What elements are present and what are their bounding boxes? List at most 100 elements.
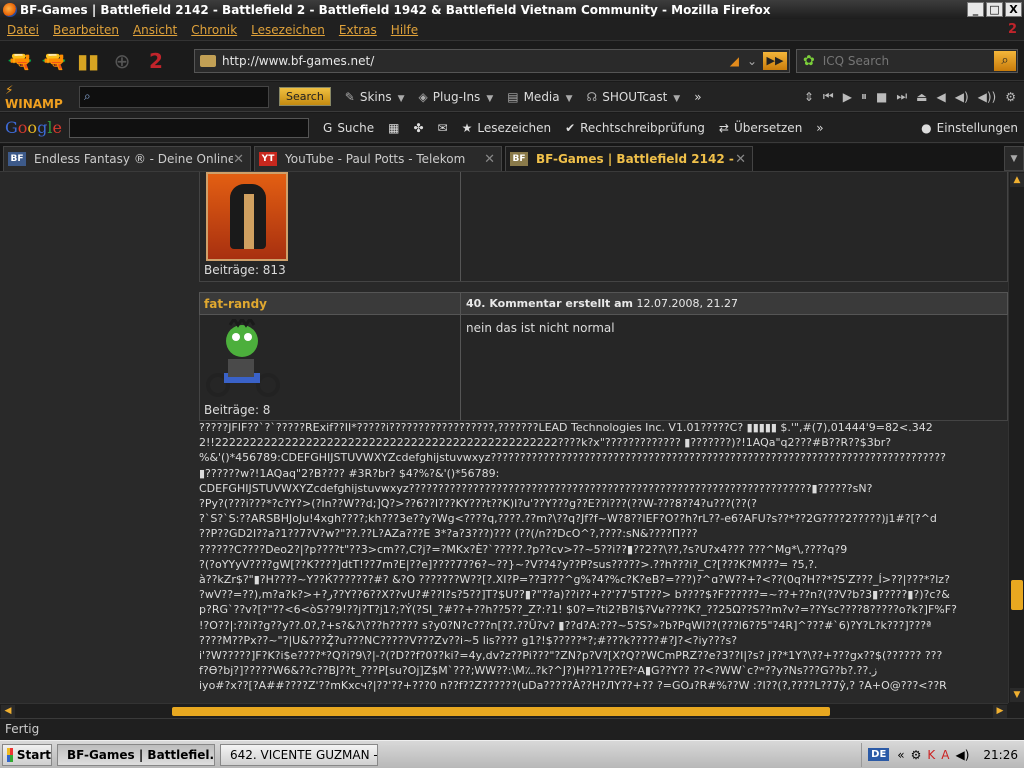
- search-icon[interactable]: ⌕: [994, 51, 1016, 71]
- close-icon[interactable]: ✕: [484, 152, 495, 167]
- garbage-line: ▮??????w?!1AQaq"2?B???? #3R?br? $4?%?&'(…: [199, 466, 500, 480]
- search-box: ✿ ⌕: [796, 49, 1018, 73]
- start-button[interactable]: Start: [2, 743, 52, 766]
- pause-icon[interactable]: ⏸: [861, 89, 867, 104]
- antivirus-icon[interactable]: K: [927, 748, 935, 762]
- play-icon[interactable]: ▶: [843, 90, 852, 104]
- forward-icon[interactable]: 🔫: [40, 49, 68, 73]
- rewind-icon[interactable]: ◀: [936, 90, 945, 104]
- post-meta: 40. Kommentar erstellt am 12.07.2008, 21…: [466, 297, 738, 310]
- language-indicator[interactable]: DE: [868, 748, 890, 761]
- horizontal-scroll-thumb[interactable]: [172, 707, 830, 716]
- home-icon[interactable]: 2: [142, 49, 170, 73]
- winamp-menu-plugins[interactable]: ◈ Plug-Ins ▼: [419, 90, 494, 104]
- vertical-scroll-thumb[interactable]: [1011, 580, 1023, 610]
- google-settings-button[interactable]: ● Einstellungen: [921, 121, 1018, 135]
- back-icon[interactable]: 🔫: [6, 49, 34, 73]
- scroll-left-icon[interactable]: ◀: [1, 705, 15, 718]
- avatar[interactable]: [206, 172, 288, 261]
- eject-icon[interactable]: ⏏: [916, 90, 927, 104]
- google-logo[interactable]: Google: [5, 118, 65, 137]
- skins-icon: ✎: [344, 89, 355, 104]
- news-icon[interactable]: ▦: [388, 121, 399, 135]
- rss-icon[interactable]: ◢: [730, 54, 739, 68]
- forum-post: Beiträge: 813: [199, 172, 1008, 282]
- tab-youtube[interactable]: YT YouTube - Paul Potts - Telekom ✕: [254, 146, 502, 171]
- menu-datei[interactable]: Datei: [7, 23, 39, 37]
- tray-expand-button[interactable]: «: [897, 748, 904, 762]
- google-bookmarks-button[interactable]: ★ Lesezeichen: [462, 121, 551, 135]
- avatar[interactable]: [204, 319, 284, 399]
- google-more-button[interactable]: »: [816, 121, 823, 135]
- winamp-more-button[interactable]: »: [694, 90, 701, 104]
- menu-chronik[interactable]: Chronik: [191, 23, 237, 37]
- tab-list-chevron-down-icon[interactable]: ▼: [1004, 146, 1024, 171]
- winamp-menu-shoutcast[interactable]: ☊ SHOUTcast ▼: [587, 90, 681, 104]
- vertical-scrollbar[interactable]: ▲ ▼: [1008, 172, 1024, 703]
- gear-icon[interactable]: ⚙: [1005, 90, 1016, 104]
- speaker-icon[interactable]: ◀): [955, 748, 969, 762]
- chevron-down-icon: ▼: [397, 93, 405, 104]
- close-button[interactable]: X: [1005, 2, 1022, 17]
- translate-button[interactable]: ⇄ Übersetzen: [719, 121, 802, 135]
- horizontal-scrollbar[interactable]: ◀ ▶: [0, 703, 1008, 718]
- go-button[interactable]: ▶▶: [763, 52, 787, 70]
- menu-lesezeichen[interactable]: Lesezeichen: [251, 23, 325, 37]
- post-count: Beiträge: 8: [204, 403, 271, 417]
- stop-icon[interactable]: ■: [876, 90, 887, 104]
- window-titlebar[interactable]: BF-Games | Battlefield 2142 - Battlefiel…: [0, 0, 1024, 19]
- menu-extras[interactable]: Extras: [339, 23, 377, 37]
- winamp-menu-skins[interactable]: ✎ Skins ▼: [345, 90, 405, 104]
- puzzle-icon[interactable]: ✤: [413, 121, 423, 135]
- winamp-search-input[interactable]: ⌕: [79, 85, 269, 108]
- speaker-loud-icon[interactable]: ◀)): [978, 90, 997, 104]
- winamp-search-button[interactable]: Search: [279, 87, 331, 106]
- menu-bar: Datei Bearbeiten Ansicht Chronik Lesezei…: [0, 19, 1024, 41]
- tab-bf-games[interactable]: BF BF-Games | Battlefield 2142 - Ba... ✕: [505, 146, 753, 171]
- taskbar-item-vicente[interactable]: 642. VICENTE GUZMAN -...: [220, 743, 378, 766]
- garbage-line: ?????JFIF??`?`?????RExif??II*?????i?????…: [199, 421, 933, 434]
- minimize-button[interactable]: _: [967, 2, 984, 17]
- winamp-menu-media[interactable]: ▤ Media ▼: [507, 90, 572, 104]
- google-search-button[interactable]: G Suche: [323, 121, 374, 135]
- maximize-button[interactable]: □: [986, 2, 1003, 17]
- volume-icon[interactable]: ⇕: [804, 90, 814, 104]
- scroll-down-icon[interactable]: ▼: [1010, 688, 1024, 702]
- column-divider: [460, 172, 461, 281]
- taskbar-item-firefox[interactable]: BF-Games | Battlefiel...: [57, 743, 215, 766]
- scroll-right-icon[interactable]: ▶: [993, 705, 1007, 718]
- reload-icon[interactable]: ▮▮: [74, 49, 102, 73]
- search-input[interactable]: [822, 54, 994, 68]
- google-logo-letter: o: [17, 118, 28, 137]
- garbage-line: ?wV??=??),m?a?k?>+?ر??Y??6??X??vU?#??I?s…: [199, 588, 950, 602]
- comment-date: 12.07.2008, 21.27: [636, 297, 738, 310]
- icq-flower-icon[interactable]: ✿: [803, 53, 815, 69]
- menu-bearbeiten[interactable]: Bearbeiten: [53, 23, 119, 37]
- garbage-line: ?Py?(???i???*?c?Y?>(?In??W??d;]Q?>??6??I…: [199, 497, 757, 511]
- scroll-up-icon[interactable]: ▲: [1010, 173, 1024, 187]
- menu-ansicht[interactable]: Ansicht: [133, 23, 177, 37]
- google-toolbar: Google G Suche ▦ ✤ ✉ ★ Lesezeichen ✔ Rechts…: [0, 113, 1024, 143]
- chevron-down-icon[interactable]: ⌄: [747, 54, 757, 68]
- post-author[interactable]: fat-randy: [204, 297, 267, 311]
- google-search-input[interactable]: [69, 117, 309, 138]
- shoutcast-icon: ☊: [586, 89, 598, 104]
- start-label: Start: [16, 747, 51, 762]
- tab-endless-fantasy[interactable]: BF Endless Fantasy ® - Deine Online Co..…: [3, 146, 251, 171]
- stop-icon[interactable]: ⊕: [108, 49, 136, 73]
- next-icon[interactable]: ⏭: [896, 89, 907, 104]
- speaker-icon[interactable]: ◀): [955, 90, 969, 104]
- spellcheck-button[interactable]: ✔ Rechtschreibprüfung: [565, 121, 705, 135]
- winamp-logo[interactable]: ⚡ WINAMP: [5, 83, 75, 111]
- translate-label: Übersetzen: [733, 120, 803, 135]
- address-bar[interactable]: http://www.bf-games.net/ ◢ ⌄ ▶▶: [194, 49, 790, 73]
- url-text[interactable]: http://www.bf-games.net/: [222, 54, 730, 68]
- network-icon[interactable]: ⚙: [911, 748, 922, 762]
- menu-hilfe[interactable]: Hilfe: [391, 23, 418, 37]
- close-icon[interactable]: ✕: [233, 152, 244, 167]
- previous-icon[interactable]: ⏮: [823, 89, 834, 104]
- mail-icon[interactable]: ✉: [438, 121, 448, 135]
- adobe-icon[interactable]: A: [941, 748, 949, 762]
- close-icon[interactable]: ✕: [735, 152, 746, 167]
- taskbar-item-label: 642. VICENTE GUZMAN -...: [230, 747, 378, 762]
